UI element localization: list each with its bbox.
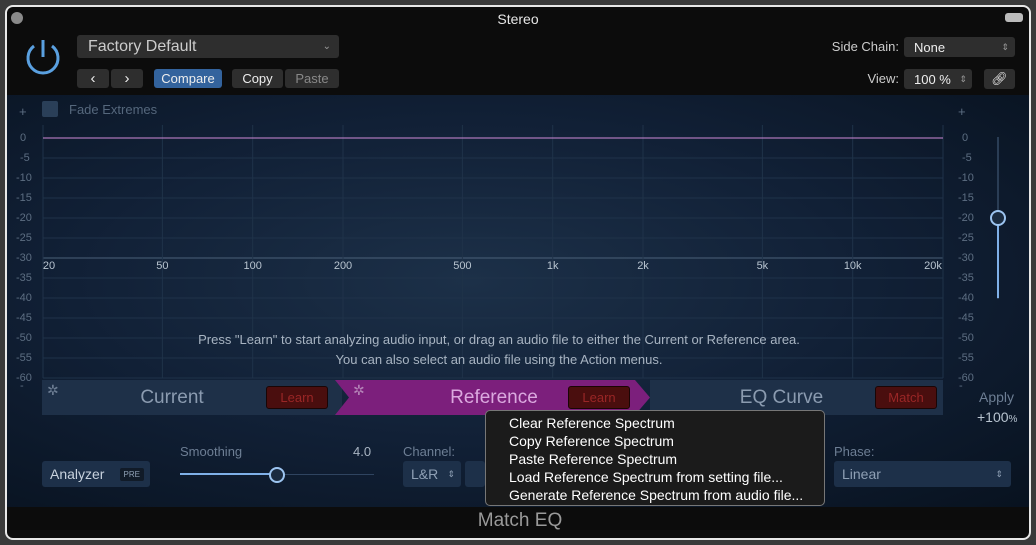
window-title: Stereo: [497, 11, 539, 27]
view-value: 100 %: [914, 71, 951, 87]
fade-extremes-checkbox[interactable]: [42, 101, 58, 117]
db-tick-label: -15: [16, 192, 32, 204]
phase-select[interactable]: Linear ⇕: [834, 461, 1011, 487]
db-tick-label: -25: [958, 232, 974, 244]
chevron-down-icon: ⌄: [322, 41, 331, 52]
link-icon: 🔗︎: [991, 71, 1008, 86]
freq-tick-label: 1k: [546, 260, 559, 272]
apply-value: +100%: [977, 409, 1017, 425]
apply-slider-fill: [997, 218, 999, 298]
zoom-in-button[interactable]: +: [958, 104, 966, 119]
preset-dropdown[interactable]: Factory Default ⌄: [77, 35, 339, 58]
side-chain-value: None: [914, 39, 946, 55]
current-label: Current: [140, 386, 204, 408]
smoothing-slider-knob[interactable]: [269, 467, 285, 483]
previous-preset-button[interactable]: ‹: [77, 69, 109, 88]
db-tick-label: -20: [16, 212, 32, 224]
menu-item-copy-reference[interactable]: Copy Reference Spectrum: [486, 432, 824, 450]
db-tick-label: -35: [958, 272, 974, 284]
pre-badge[interactable]: PRE: [119, 467, 144, 481]
current-action-gear-icon[interactable]: ✲: [47, 382, 59, 399]
preset-name: Factory Default: [88, 37, 197, 55]
view-label: View:: [867, 71, 899, 86]
apply-slider-knob[interactable]: [990, 210, 1006, 226]
db-tick-label: 0: [962, 132, 969, 144]
link-button[interactable]: 🔗︎: [984, 69, 1015, 89]
freq-tick-label: 5k: [756, 260, 769, 272]
current-learn-button[interactable]: Learn: [266, 386, 328, 409]
db-tick-label: -10: [958, 172, 974, 184]
db-tick-label: -45: [16, 312, 32, 324]
db-tick-label: -5: [20, 152, 30, 164]
reference-label: Reference: [450, 386, 538, 408]
apply-value-unit: %: [1008, 414, 1018, 425]
menu-item-generate-reference[interactable]: Generate Reference Spectrum from audio f…: [486, 486, 824, 504]
reference-learn-button[interactable]: Learn: [568, 386, 630, 409]
db-tick-label: -30: [16, 252, 32, 264]
db-tick-label: -45: [958, 312, 974, 324]
freq-tick-label: 20: [42, 260, 56, 272]
db-tick-label: -25: [16, 232, 32, 244]
paste-button[interactable]: Paste: [285, 69, 339, 88]
analyzer-button[interactable]: Analyzer PRE: [42, 461, 150, 487]
freq-tick-label: 500: [453, 260, 472, 272]
db-tick-label: -35: [16, 272, 32, 284]
view-select[interactable]: 100 % ⇕: [904, 69, 972, 89]
updown-icon: ⇕: [995, 468, 1003, 479]
eq-curve-label: EQ Curve: [739, 386, 824, 408]
db-tick-label: -15: [958, 192, 974, 204]
db-tick-label: -40: [16, 292, 32, 304]
side-chain-select[interactable]: None ⇕: [904, 37, 1015, 57]
apply-label: Apply: [979, 389, 1015, 405]
channel-label: Channel:: [403, 444, 456, 459]
channel-link-toggle[interactable]: [465, 461, 485, 487]
updown-icon: ⇕: [1001, 41, 1009, 52]
hint-text-2: You can also select an audio file using …: [335, 352, 663, 367]
freq-tick-label: 2k: [637, 260, 649, 272]
zoom-in-button[interactable]: +: [19, 104, 27, 119]
freq-tick-label: 200: [333, 260, 353, 272]
hint-text-1: Press "Learn" to start analyzing audio i…: [198, 332, 800, 347]
db-tick-label: 0: [20, 132, 27, 144]
channel-select[interactable]: L&R ⇕: [403, 461, 461, 487]
phase-value: Linear: [842, 466, 881, 482]
smoothing-value: 4.0: [353, 444, 372, 459]
menu-item-paste-reference[interactable]: Paste Reference Spectrum: [486, 450, 824, 468]
power-icon[interactable]: [23, 37, 63, 77]
db-tick-label: -10: [16, 172, 32, 184]
zoom-out-button[interactable]: -: [20, 380, 24, 392]
zoom-out-button[interactable]: -: [959, 380, 963, 392]
freq-tick-label: 10k: [843, 260, 862, 272]
side-chain-label: Side Chain:: [831, 39, 899, 54]
match-button[interactable]: Match: [875, 386, 937, 409]
db-tick-label: -40: [958, 292, 974, 304]
freq-tick-label: 50: [156, 260, 169, 272]
copy-button[interactable]: Copy: [232, 69, 283, 88]
reference-action-gear-icon[interactable]: ✲: [353, 382, 365, 399]
menu-item-load-reference[interactable]: Load Reference Spectrum from setting fil…: [486, 468, 824, 486]
phase-label: Phase:: [834, 444, 875, 459]
plugin-name: Match EQ: [477, 510, 563, 531]
menu-item-clear-reference[interactable]: Clear Reference Spectrum: [486, 414, 824, 432]
compare-button[interactable]: Compare: [154, 69, 222, 88]
channel-value: L&R: [411, 466, 439, 482]
fade-extremes-label: Fade Extremes: [69, 102, 158, 117]
plugin-window: Stereo Factory Default ⌄ ‹ › Compare Cop…: [5, 5, 1031, 540]
reference-action-menu: Clear Reference Spectrum Copy Reference …: [485, 410, 825, 506]
db-tick-label: -30: [958, 252, 974, 264]
db-tick-label: -5: [962, 152, 972, 164]
updown-icon: ⇕: [959, 73, 967, 84]
db-tick-label: -20: [958, 212, 974, 224]
next-preset-button[interactable]: ›: [111, 69, 143, 88]
smoothing-slider-fill: [180, 473, 277, 475]
freq-tick-label: 100: [243, 260, 262, 272]
apply-value-number: +100: [977, 409, 1009, 425]
smoothing-label: Smoothing: [180, 444, 243, 459]
analyzer-label: Analyzer: [50, 466, 105, 482]
updown-icon: ⇕: [447, 468, 455, 479]
freq-tick-label: 20k: [924, 260, 942, 272]
